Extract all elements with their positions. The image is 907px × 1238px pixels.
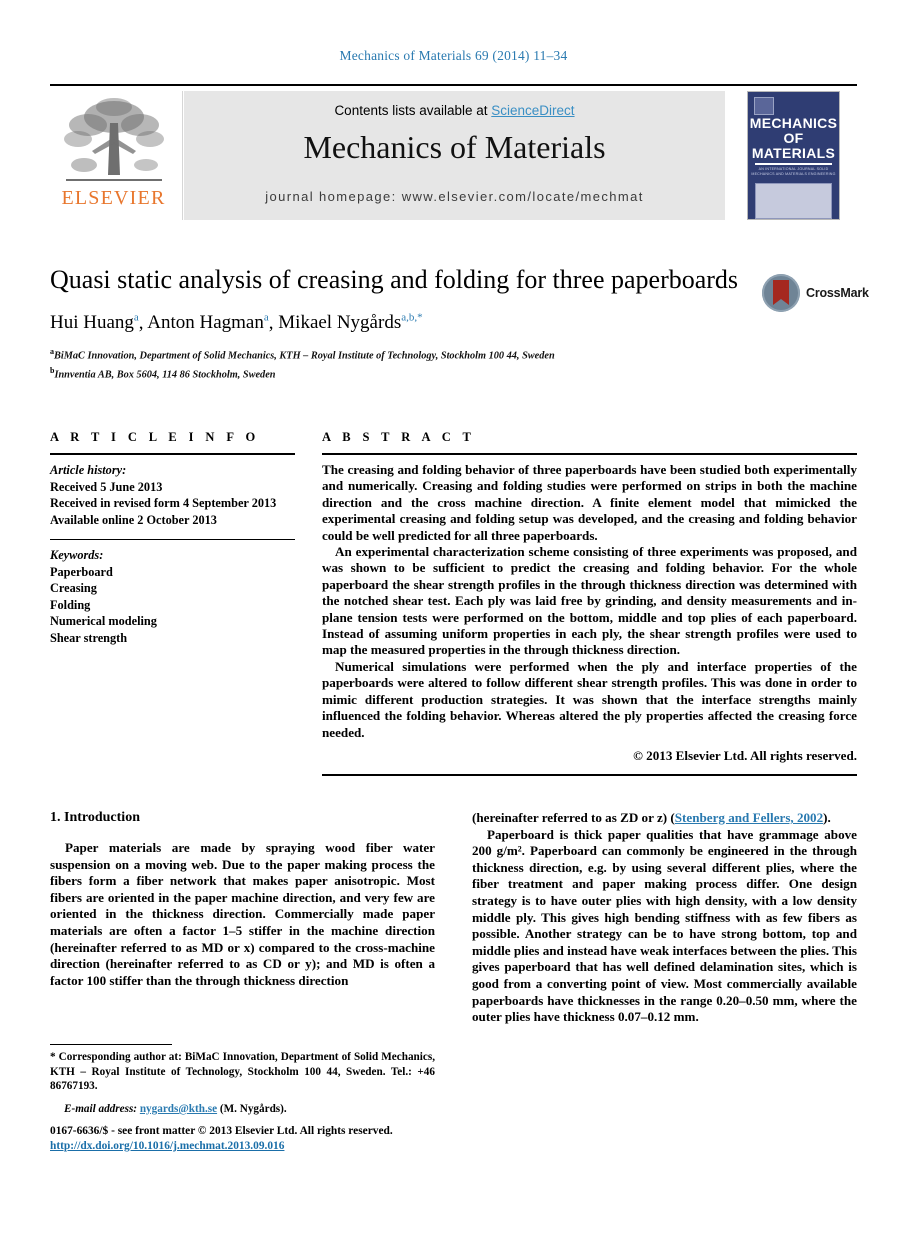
elsevier-wordmark: ELSEVIER — [61, 187, 166, 209]
abstract-copyright: © 2013 Elsevier Ltd. All rights reserved… — [633, 747, 857, 763]
journal-masthead: ELSEVIER Contents lists available at Sci… — [50, 84, 857, 220]
abstract-heading: A B S T R A C T — [322, 430, 476, 444]
keyword-item: Paperboard — [50, 564, 113, 579]
abstract-paragraph: An experimental characterization scheme … — [322, 544, 857, 658]
affiliation-b-text: Innventia AB, Box 5604, 114 86 Stockholm… — [54, 369, 276, 381]
article-history-label: Article history: — [50, 463, 127, 477]
email-note: E-mail address: nygards@kth.se (M. Nygår… — [50, 1102, 435, 1117]
crossmark-label: CrossMark — [806, 286, 869, 300]
author-2-mark: a — [263, 312, 269, 324]
cover-elsevier-mark-icon — [754, 97, 774, 115]
email-label: E-mail address: — [64, 1102, 138, 1115]
cover-title-line2: OF — [783, 130, 804, 146]
body-paragraph: Paper materials are made by spraying woo… — [50, 840, 435, 988]
article-history-received: Received 5 June 2013 — [50, 479, 163, 494]
author-3: Mikael Nygårdsa,b,* — [278, 312, 423, 334]
elsevier-logo: ELSEVIER — [50, 91, 183, 220]
affiliation-b: bInnventia AB, Box 5604, 114 86 Stockhol… — [50, 364, 750, 382]
footnote-block: * Corresponding author at: BiMaC Innovat… — [50, 1044, 435, 1116]
contents-prefix: Contents lists available at — [334, 103, 492, 118]
title-block: Quasi static analysis of creasing and fo… — [50, 264, 750, 382]
author-list: Hui Huanga, Anton Hagmana, Mikael Nygård… — [50, 312, 423, 334]
keywords-label: Keywords: — [50, 548, 104, 562]
email-link[interactable]: nygards@kth.se — [140, 1103, 217, 1115]
contents-available-line: Contents lists available at ScienceDirec… — [184, 103, 725, 118]
article-history-online: Available online 2 October 2013 — [50, 512, 217, 527]
cover-title-line3: MATERIALS — [751, 145, 836, 161]
article-info-heading: A R T I C L E I N F O — [50, 430, 260, 444]
keyword-item: Folding — [50, 597, 91, 612]
crossmark-ribbon-icon — [773, 280, 789, 305]
crossmark-circle-icon — [762, 274, 800, 312]
footnote-divider — [50, 1044, 172, 1045]
article-history-revised: Received in revised form 4 September 201… — [50, 496, 277, 510]
body-paragraph-continued: (hereinafter referred to as ZD or z) (St… — [472, 810, 857, 827]
keyword-item: Shear strength — [50, 630, 128, 645]
cover-image-placeholder — [755, 183, 832, 219]
article-info-divider — [50, 453, 295, 455]
affiliation-a-text: BiMaC Innovation, Department of Solid Me… — [54, 350, 555, 362]
abstract-bottom-divider — [322, 773, 857, 776]
affiliation-a: aBiMaC Innovation, Department of Solid M… — [50, 345, 750, 363]
elsevier-tree-icon — [64, 98, 164, 181]
author-1: Hui Huanga — [50, 312, 139, 334]
body-column-right: (hereinafter referred to as ZD or z) (St… — [472, 810, 857, 1026]
cover-title-line1: MECHANICS — [749, 115, 838, 131]
cover-title: MECHANICS OF MATERIALS — [748, 116, 839, 161]
imprint-block: 0167-6636/$ - see front matter © 2013 El… — [50, 1124, 470, 1154]
keywords-divider — [50, 539, 295, 540]
abstract-paragraph: Numerical simulations were performed whe… — [322, 658, 857, 740]
cover-divider — [755, 163, 832, 165]
citation-post: ). — [823, 810, 831, 825]
cover-subtitle: AN INTERNATIONAL JOURNAL SOLID MECHANICS… — [751, 167, 836, 176]
body-column-left: 1. Introduction Paper materials are made… — [50, 810, 435, 989]
author-1-mark: a — [133, 312, 139, 324]
body-paragraph: Paperboard is thick paper qualities that… — [472, 826, 857, 1025]
section-heading-introduction: 1. Introduction — [50, 810, 140, 825]
article-info-column: A R T I C L E I N F O Article history: R… — [50, 430, 295, 646]
paper-page: Mechanics of Materials 69 (2014) 11–34 E… — [0, 0, 907, 1238]
author-3-mark: a,b,* — [401, 312, 423, 324]
page-title: Quasi static analysis of creasing and fo… — [50, 265, 739, 294]
crossmark-badge[interactable]: CrossMark — [762, 274, 869, 314]
corresponding-author-note: * Corresponding author at: BiMaC Innovat… — [50, 1051, 435, 1093]
abstract-paragraph: The creasing and folding behavior of thr… — [322, 462, 857, 543]
running-head: Mechanics of Materials 69 (2014) 11–34 — [339, 48, 568, 63]
affiliation-list: aBiMaC Innovation, Department of Solid M… — [50, 345, 750, 382]
masthead-center: Contents lists available at ScienceDirec… — [184, 91, 725, 220]
imprint-issn-line: 0167-6636/$ - see front matter © 2013 El… — [50, 1125, 393, 1137]
journal-title: Mechanics of Materials — [303, 129, 606, 165]
citation-pre: (hereinafter referred to as ZD or z) ( — [472, 810, 675, 825]
doi-link[interactable]: http://dx.doi.org/10.1016/j.mechmat.2013… — [50, 1140, 284, 1152]
keyword-item: Numerical modeling — [50, 614, 157, 628]
keyword-item: Creasing — [50, 581, 97, 595]
citation-link[interactable]: Stenberg and Fellers, 2002 — [675, 810, 823, 825]
abstract-body: The creasing and folding behavior of thr… — [322, 462, 857, 741]
abstract-column: A B S T R A C T The creasing and folding… — [322, 430, 857, 776]
journal-cover-thumbnail[interactable]: MECHANICS OF MATERIALS AN INTERNATIONAL … — [747, 91, 840, 220]
journal-homepage[interactable]: journal homepage: www.elsevier.com/locat… — [184, 189, 725, 204]
abstract-divider — [322, 453, 857, 455]
email-suffix: (M. Nygårds). — [219, 1102, 287, 1115]
sciencedirect-link[interactable]: ScienceDirect — [491, 103, 574, 118]
author-2: Anton Hagmana — [147, 312, 269, 334]
